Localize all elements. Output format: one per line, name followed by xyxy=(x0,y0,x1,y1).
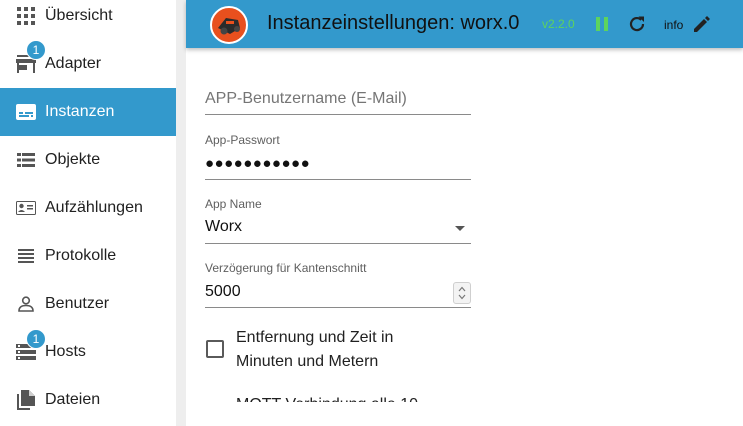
password-value: ●●●●●●●●●●● xyxy=(205,155,311,172)
sidebar-item-label: Benutzer xyxy=(45,295,110,312)
number-stepper[interactable] xyxy=(453,282,471,304)
sidebar-item-dateien[interactable]: Dateien xyxy=(0,376,176,424)
delay-value: 5000 xyxy=(205,283,241,300)
sidebar-item-label: Dateien xyxy=(45,391,101,408)
password-label: App-Passwort xyxy=(205,133,280,147)
sidebar-item-label: Aufzählungen xyxy=(45,199,143,216)
sidebar-item-benutzer[interactable]: Benutzer xyxy=(0,280,176,328)
sidebar-item-uebersicht[interactable]: Übersicht xyxy=(0,0,176,40)
page-title: Instanzeinstellungen: worx.0 xyxy=(267,12,520,34)
delay-underline xyxy=(205,307,471,308)
pause-icon xyxy=(596,17,608,31)
info-link[interactable]: info xyxy=(664,18,683,32)
person-icon xyxy=(14,292,38,316)
reload-icon xyxy=(629,16,645,32)
worx-logo xyxy=(210,6,248,44)
sidebar: Übersicht Adapter 1 Instanzen Objekte Au… xyxy=(0,0,176,426)
contact-card-icon xyxy=(14,196,38,220)
app-name-select[interactable]: App Name Worx xyxy=(205,196,471,244)
password-field[interactable]: App-Passwort ●●●●●●●●●●● xyxy=(205,132,471,180)
username-field[interactable]: APP-Benutzername (E-Mail) xyxy=(205,88,471,116)
distance-time-checkbox[interactable] xyxy=(206,340,224,358)
delay-field[interactable]: Verzögerung für Kantenschnitt 5000 xyxy=(205,260,471,308)
sidebar-item-label: Übersicht xyxy=(45,7,113,24)
apps-grid-icon xyxy=(14,4,38,28)
sidebar-item-instanzen[interactable]: Instanzen xyxy=(0,88,176,136)
lines-icon xyxy=(14,244,38,268)
list-view-icon xyxy=(14,148,38,172)
pencil-icon xyxy=(694,16,710,32)
sidebar-item-label: Protokolle xyxy=(45,247,117,264)
chevron-down-icon xyxy=(455,226,465,231)
sidebar-item-label: Objekte xyxy=(45,151,101,168)
sidebar-item-label: Instanzen xyxy=(45,103,115,120)
sidebar-item-aufzaehlungen[interactable]: Aufzählungen xyxy=(0,184,176,232)
adapter-count-badge: 1 xyxy=(26,40,46,60)
delay-label: Verzögerung für Kantenschnitt xyxy=(205,261,367,275)
edit-button[interactable] xyxy=(690,12,714,36)
password-underline xyxy=(205,179,471,180)
files-icon xyxy=(14,388,38,412)
instance-settings-header: Instanzeinstellungen: worx.0 v2.2.0 info xyxy=(186,0,743,48)
sidebar-item-protokolle[interactable]: Protokolle xyxy=(0,232,176,280)
subtitles-icon xyxy=(14,100,38,124)
sidebar-divider xyxy=(176,0,186,426)
reload-button[interactable] xyxy=(625,12,649,36)
username-underline xyxy=(205,114,471,115)
version-label: v2.2.0 xyxy=(542,17,575,31)
app-name-underline xyxy=(205,243,471,244)
sidebar-item-label: Adapter xyxy=(45,55,102,72)
distance-time-label: Entfernung und Zeit in Minuten und Meter… xyxy=(236,329,394,370)
app-name-value: Worx xyxy=(205,218,243,235)
pause-button[interactable] xyxy=(590,12,614,36)
username-placeholder: APP-Benutzername (E-Mail) xyxy=(205,90,407,107)
mqtt-label-partial: MQTT Verbindung alle 10 xyxy=(236,395,418,402)
app-name-label: App Name xyxy=(205,197,262,211)
stepper-arrows-icon xyxy=(458,286,466,300)
hosts-count-badge: 1 xyxy=(26,329,46,349)
sidebar-item-label: Hosts xyxy=(45,343,86,360)
sidebar-item-objekte[interactable]: Objekte xyxy=(0,136,176,184)
